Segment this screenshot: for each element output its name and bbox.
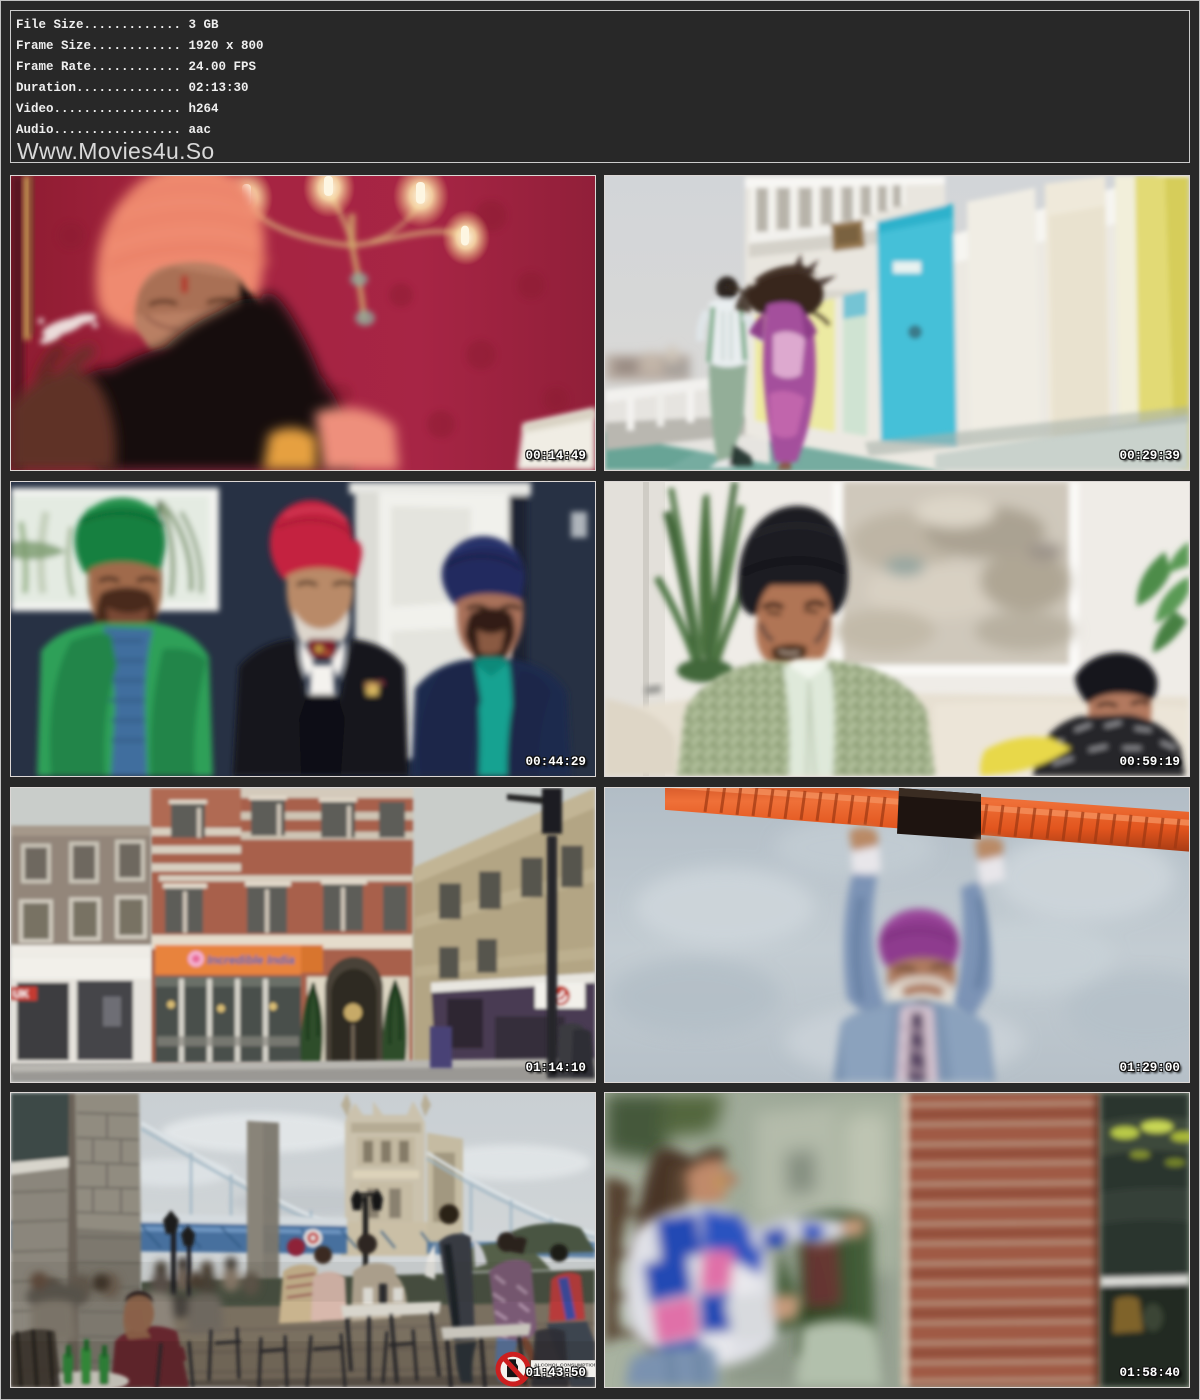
svg-text:UK: UK [13, 988, 29, 1000]
svg-text:Incredible India: Incredible India [207, 952, 295, 966]
